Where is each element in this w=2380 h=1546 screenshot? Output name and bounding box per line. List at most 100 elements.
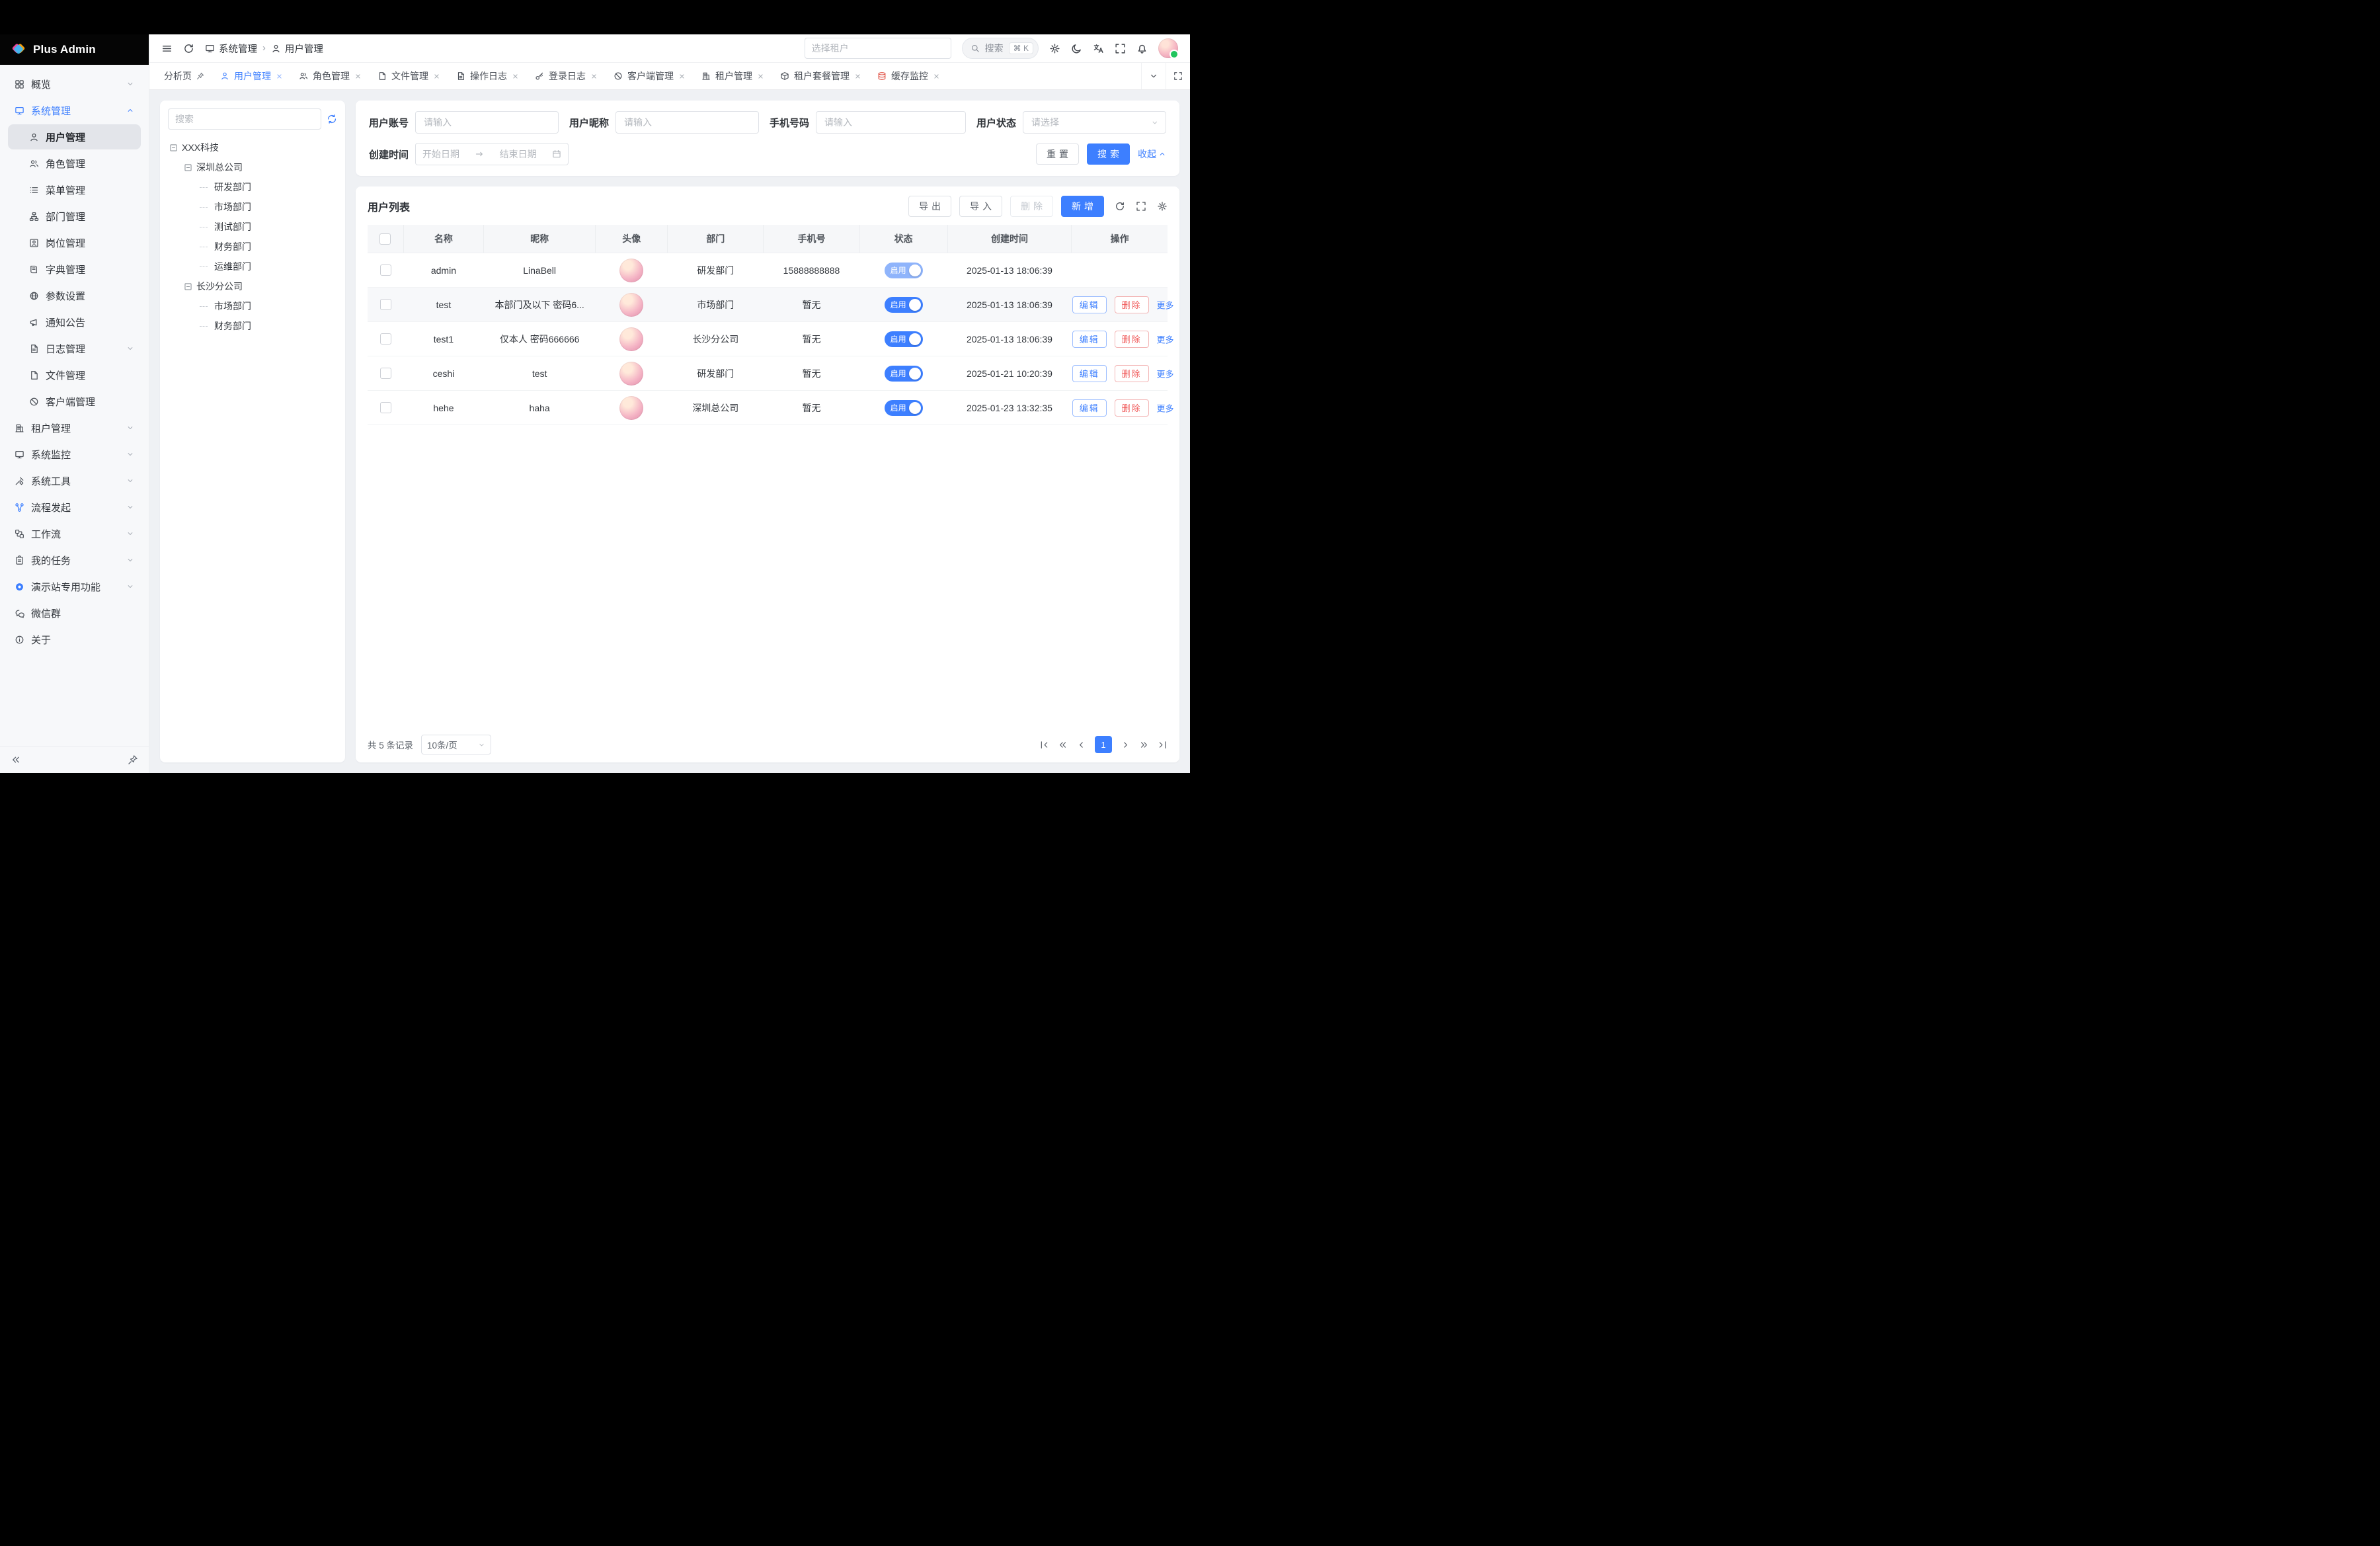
- prev-pages-button[interactable]: [1058, 740, 1068, 750]
- first-page-button[interactable]: [1039, 740, 1049, 750]
- fullscreen-icon[interactable]: [1136, 201, 1146, 212]
- next-pages-button[interactable]: [1139, 740, 1149, 750]
- tab-tenant-package[interactable]: 租户套餐管理: [772, 63, 869, 89]
- sidebar-item-system-tools[interactable]: 系统工具: [8, 468, 141, 493]
- tab-user-management[interactable]: 用户管理: [212, 63, 291, 89]
- tab-operation-log[interactable]: 操作日志: [448, 63, 527, 89]
- nickname-input[interactable]: [623, 116, 752, 128]
- close-icon[interactable]: [433, 73, 440, 80]
- tree-node[interactable]: 长沙分公司: [168, 276, 337, 296]
- more-button[interactable]: 更多: [1157, 369, 1174, 379]
- close-icon[interactable]: [276, 73, 283, 80]
- sidebar-item-notice[interactable]: 通知公告: [8, 309, 141, 335]
- close-icon[interactable]: [354, 73, 362, 80]
- page-size-select[interactable]: 10条/页: [421, 735, 491, 754]
- tab-file-management[interactable]: 文件管理: [370, 63, 448, 89]
- sidebar-item-system-monitor[interactable]: 系统监控: [8, 442, 141, 467]
- gear-icon[interactable]: [1157, 201, 1168, 212]
- delete-button[interactable]: 删除: [1010, 196, 1053, 217]
- sidebar-item-process-start[interactable]: 流程发起: [8, 495, 141, 520]
- row-checkbox[interactable]: [380, 299, 391, 310]
- close-icon[interactable]: [854, 73, 861, 80]
- collapse-node-icon[interactable]: [184, 282, 192, 291]
- more-button[interactable]: 更多: [1157, 335, 1174, 345]
- phone-input[interactable]: [823, 116, 959, 128]
- tab-cache-monitor[interactable]: 缓存监控: [869, 63, 948, 89]
- tree-node[interactable]: 研发部门: [168, 177, 337, 197]
- sidebar-item-file-management[interactable]: 文件管理: [8, 362, 141, 387]
- sidebar-item-demo-features[interactable]: 演示站专用功能: [8, 574, 141, 599]
- tab-client-management[interactable]: 客户端管理: [606, 63, 694, 89]
- collapse-node-icon[interactable]: [184, 163, 192, 172]
- sidebar-item-wechat-group[interactable]: 微信群: [8, 600, 141, 626]
- refresh-icon[interactable]: [183, 43, 194, 54]
- row-checkbox[interactable]: [380, 368, 391, 379]
- tree-node[interactable]: 市场部门: [168, 197, 337, 217]
- last-page-button[interactable]: [1158, 740, 1168, 750]
- select-all-checkbox[interactable]: [379, 233, 391, 245]
- close-icon[interactable]: [757, 73, 764, 80]
- status-switch[interactable]: 启用: [885, 366, 923, 382]
- edit-button[interactable]: 编辑: [1072, 331, 1107, 348]
- more-button[interactable]: 更多: [1157, 403, 1174, 413]
- created-date-range[interactable]: 开始日期 结束日期: [415, 143, 569, 165]
- page-number[interactable]: 1: [1095, 736, 1112, 753]
- sidebar-item-user-management[interactable]: 用户管理: [8, 124, 141, 149]
- sidebar-item-dict-management[interactable]: 字典管理: [8, 257, 141, 282]
- edit-button[interactable]: 编辑: [1072, 296, 1107, 313]
- fullscreen-icon[interactable]: [1115, 43, 1126, 54]
- sidebar-item-role-management[interactable]: 角色管理: [8, 151, 141, 176]
- sidebar-item-log-management[interactable]: 日志管理: [8, 336, 141, 361]
- collapse-sidebar-button[interactable]: [11, 754, 21, 765]
- sidebar-item-param-settings[interactable]: 参数设置: [8, 283, 141, 308]
- delete-button[interactable]: 删除: [1115, 331, 1149, 348]
- row-checkbox[interactable]: [380, 333, 391, 345]
- tree-node[interactable]: 深圳总公司: [168, 157, 337, 177]
- row-checkbox[interactable]: [380, 264, 391, 276]
- sidebar-item-dept-management[interactable]: 部门管理: [8, 204, 141, 229]
- sidebar-item-overview[interactable]: 概览: [8, 71, 141, 97]
- status-switch[interactable]: 启用: [885, 400, 923, 416]
- add-button[interactable]: 新增: [1061, 196, 1104, 217]
- status-switch[interactable]: 启用: [885, 263, 923, 278]
- tree-node[interactable]: 财务部门: [168, 237, 337, 257]
- tree-node[interactable]: XXX科技: [168, 138, 337, 157]
- sidebar-item-menu-management[interactable]: 菜单管理: [8, 177, 141, 202]
- tab-tenant-management[interactable]: 租户管理: [694, 63, 772, 89]
- export-button[interactable]: 导出: [908, 196, 951, 217]
- edit-button[interactable]: 编辑: [1072, 365, 1107, 382]
- collapse-node-icon[interactable]: [169, 143, 178, 152]
- sidebar-item-my-tasks[interactable]: 我的任务: [8, 548, 141, 573]
- bell-icon[interactable]: [1136, 43, 1148, 54]
- account-input[interactable]: [422, 116, 551, 128]
- delete-button[interactable]: 删除: [1115, 399, 1149, 417]
- breadcrumb-item[interactable]: 系统管理: [205, 42, 257, 56]
- delete-button[interactable]: 删除: [1115, 365, 1149, 382]
- edit-button[interactable]: 编辑: [1072, 399, 1107, 417]
- content-fullscreen-button[interactable]: [1166, 63, 1190, 89]
- tab-list-dropdown-button[interactable]: [1141, 63, 1166, 89]
- reset-button[interactable]: 重置: [1036, 143, 1079, 165]
- close-icon[interactable]: [933, 73, 940, 80]
- sidebar-item-post-management[interactable]: 岗位管理: [8, 230, 141, 255]
- translate-icon[interactable]: [1093, 43, 1104, 54]
- close-icon[interactable]: [590, 73, 598, 80]
- user-avatar[interactable]: [1158, 38, 1178, 58]
- import-button[interactable]: 导入: [959, 196, 1002, 217]
- row-checkbox[interactable]: [380, 402, 391, 413]
- status-switch[interactable]: 启用: [885, 331, 923, 347]
- search-button[interactable]: 搜索: [1087, 143, 1130, 165]
- sync-icon[interactable]: [327, 114, 337, 124]
- moon-icon[interactable]: [1071, 43, 1082, 54]
- tenant-select[interactable]: 选择租户: [805, 38, 951, 59]
- delete-button[interactable]: 删除: [1115, 296, 1149, 313]
- hamburger-icon[interactable]: [161, 43, 173, 54]
- collapse-filter-link[interactable]: 收起: [1138, 147, 1166, 161]
- sidebar-item-tenant-management[interactable]: 租户管理: [8, 415, 141, 440]
- more-button[interactable]: 更多: [1157, 300, 1174, 310]
- sidebar-item-system-management[interactable]: 系统管理: [8, 98, 141, 123]
- pin-sidebar-button[interactable]: [128, 754, 138, 765]
- close-icon[interactable]: [678, 73, 686, 80]
- tree-node[interactable]: 市场部门: [168, 296, 337, 316]
- sidebar-item-workflow[interactable]: 工作流: [8, 521, 141, 546]
